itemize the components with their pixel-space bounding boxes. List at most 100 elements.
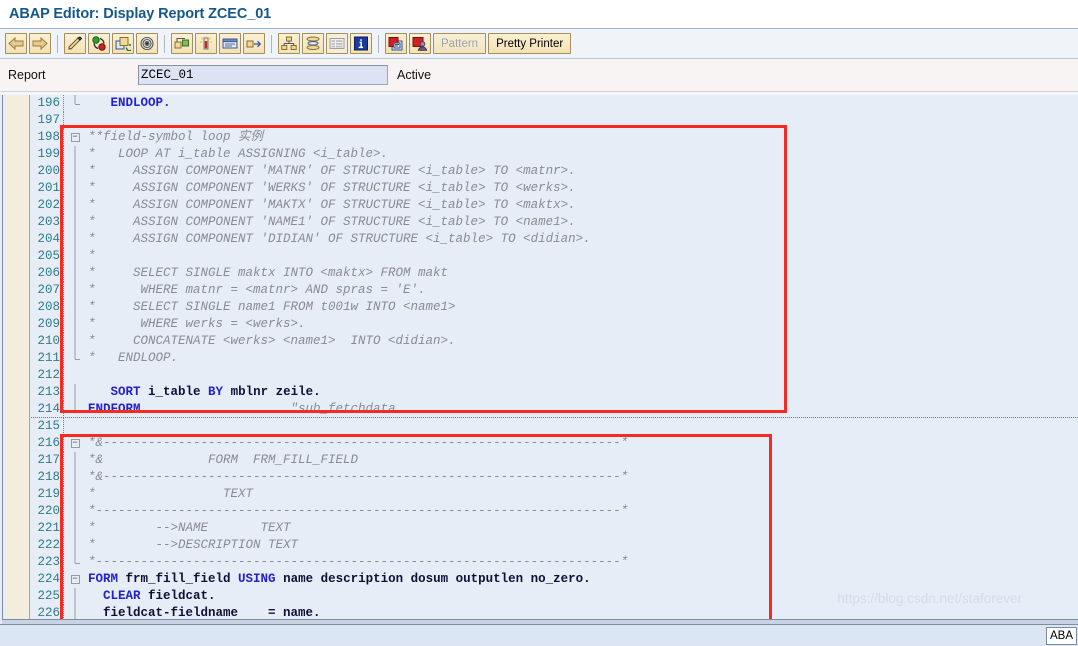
code-text[interactable]: * LOOP AT i_table ASSIGNING <i_table>. — [86, 146, 1078, 163]
code-text[interactable]: * -->NAME TEXT — [86, 520, 1078, 537]
code-line[interactable]: 221 * -->NAME TEXT — [31, 520, 1078, 537]
fold-collapse-icon[interactable]: − — [70, 133, 80, 142]
other-object-icon[interactable] — [112, 33, 134, 54]
change-editor-icon[interactable] — [64, 33, 86, 54]
code-text[interactable]: * ASSIGN COMPONENT 'MAKTX' OF STRUCTURE … — [86, 197, 1078, 214]
code-text[interactable]: * TEXT — [86, 486, 1078, 503]
code-line[interactable]: 200 * ASSIGN COMPONENT 'MATNR' OF STRUCTU… — [31, 163, 1078, 180]
code-line[interactable]: 215 — [31, 418, 1078, 435]
code-text[interactable]: * ENDLOOP. — [86, 350, 1078, 367]
code-line[interactable]: 210 * CONCATENATE <werks> <name1> INTO <d… — [31, 333, 1078, 350]
code-line[interactable]: 224− FORM frm_fill_field USING name descr… — [31, 571, 1078, 588]
fold-marker[interactable]: − — [64, 435, 86, 452]
pattern-button[interactable]: Pattern — [433, 33, 487, 54]
code-line[interactable]: 222 * -->DESCRIPTION TEXT — [31, 537, 1078, 554]
code-text[interactable]: * CONCATENATE <werks> <name1> INTO <didi… — [86, 333, 1078, 350]
code-line[interactable]: 219 * TEXT — [31, 486, 1078, 503]
code-line[interactable]: 218 *&-----------------------------------… — [31, 469, 1078, 486]
code-text[interactable]: *---------------------------------------… — [86, 503, 1078, 520]
code-line[interactable]: 212 — [31, 367, 1078, 384]
code-lines-container[interactable]: 196 ENDLOOP. 197 198− **field-symbol loop 实… — [31, 95, 1078, 624]
back-arrow-icon[interactable] — [5, 33, 27, 54]
code-text[interactable]: CLEAR fieldcat. — [86, 588, 1078, 605]
breakpoint-icon[interactable] — [195, 33, 217, 54]
code-line[interactable]: 223 *------------------------------------… — [31, 554, 1078, 571]
code-text[interactable]: * ASSIGN COMPONENT 'NAME1' OF STRUCTURE … — [86, 214, 1078, 231]
status-bar-tab[interactable]: ABA — [1045, 627, 1077, 645]
code-text[interactable]: * SELECT SINGLE name1 FROM t001w INTO <n… — [86, 299, 1078, 316]
code-line[interactable]: 225 CLEAR fieldcat. — [31, 588, 1078, 605]
fold-marker[interactable]: − — [64, 129, 86, 146]
code-text[interactable]: * -->DESCRIPTION TEXT — [86, 537, 1078, 554]
code-text[interactable]: *&--------------------------------------… — [86, 435, 1078, 452]
code-line[interactable]: 201 * ASSIGN COMPONENT 'WERKS' OF STRUCTU… — [31, 180, 1078, 197]
code-text[interactable]: ENDLOOP. — [86, 95, 1078, 112]
code-line[interactable]: 208 * SELECT SINGLE name1 FROM t001w INTO… — [31, 299, 1078, 316]
code-text[interactable]: FORM frm_fill_field USING name descripti… — [86, 571, 1078, 588]
code-text[interactable] — [86, 418, 1078, 435]
code-text[interactable]: ENDFORM. "sub_fetchdata — [31, 401, 1078, 418]
code-line[interactable]: 220 *------------------------------------… — [31, 503, 1078, 520]
forward-arrow-icon[interactable] — [29, 33, 51, 54]
user-object-icon[interactable] — [409, 33, 431, 54]
line-number: 222 — [31, 537, 64, 554]
fold-line — [74, 265, 76, 282]
check-object-icon[interactable] — [171, 33, 193, 54]
debug-screen-icon[interactable] — [219, 33, 241, 54]
info-icon[interactable] — [350, 33, 372, 54]
code-line[interactable]: 217 *& FORM FRM_FILL_FIELD — [31, 452, 1078, 469]
activate-icon[interactable] — [88, 33, 110, 54]
spiral-display-icon[interactable] — [136, 33, 158, 54]
stack-icon[interactable] — [302, 33, 324, 54]
code-text[interactable]: *& FORM FRM_FILL_FIELD — [86, 452, 1078, 469]
code-line[interactable]: 209 * WHERE werks = <werks>. — [31, 316, 1078, 333]
code-text[interactable]: *---------------------------------------… — [86, 554, 1078, 571]
code-line[interactable]: 214 ENDFORM. "sub_fetchdata — [31, 401, 1078, 418]
code-text[interactable]: * ASSIGN COMPONENT 'DIDIAN' OF STRUCTURE… — [86, 231, 1078, 248]
code-line[interactable]: 203 * ASSIGN COMPONENT 'NAME1' OF STRUCTU… — [31, 214, 1078, 231]
pretty-printer-button[interactable]: Pretty Printer — [488, 33, 572, 54]
line-number: 210 — [31, 333, 64, 350]
code-text[interactable]: * ASSIGN COMPONENT 'MATNR' OF STRUCTURE … — [86, 163, 1078, 180]
line-number: 215 — [31, 418, 64, 435]
fold-marker — [64, 367, 86, 384]
code-line[interactable]: 196 ENDLOOP. — [31, 95, 1078, 112]
code-line[interactable]: 197 — [31, 112, 1078, 129]
fold-collapse-icon[interactable]: − — [70, 575, 80, 584]
code-line[interactable]: 202 * ASSIGN COMPONENT 'MAKTX' OF STRUCTU… — [31, 197, 1078, 214]
fold-line-end — [74, 350, 76, 359]
line-number: 198 — [31, 129, 64, 146]
fold-marker — [64, 469, 86, 486]
code-line[interactable]: 206 * SELECT SINGLE maktx INTO <maktx> FR… — [31, 265, 1078, 282]
code-text[interactable]: * WHERE matnr = <matnr> AND spras = 'E'. — [86, 282, 1078, 299]
line-number: 211 — [31, 350, 64, 367]
list-icon[interactable] — [326, 33, 348, 54]
code-line[interactable]: 207 * WHERE matnr = <matnr> AND spras = '… — [31, 282, 1078, 299]
code-editor[interactable]: 196 ENDLOOP. 197 198− **field-symbol loop 实… — [0, 95, 1078, 624]
code-line[interactable]: 213 SORT i_table BY mblnr zeile. — [31, 384, 1078, 401]
code-text[interactable]: SORT i_table BY mblnr zeile. — [86, 384, 1078, 401]
code-line[interactable]: 199 * LOOP AT i_table ASSIGNING <i_table>… — [31, 146, 1078, 163]
code-text[interactable]: **field-symbol loop 实例 — [86, 129, 1078, 146]
where-used-icon[interactable] — [385, 33, 407, 54]
code-text[interactable]: * SELECT SINGLE maktx INTO <maktx> FROM … — [86, 265, 1078, 282]
code-text[interactable]: *&--------------------------------------… — [86, 469, 1078, 486]
navigate-icon[interactable] — [243, 33, 265, 54]
code-line[interactable]: 204 * ASSIGN COMPONENT 'DIDIAN' OF STRUCT… — [31, 231, 1078, 248]
code-text[interactable] — [86, 367, 1078, 384]
code-line[interactable]: 198− **field-symbol loop 实例 — [31, 129, 1078, 146]
code-line[interactable]: 211 * ENDLOOP. — [31, 350, 1078, 367]
code-text[interactable] — [86, 112, 1078, 129]
fold-line — [74, 333, 76, 350]
code-line[interactable]: 216− *&----------------------------------… — [31, 435, 1078, 452]
code-text[interactable]: * WHERE werks = <werks>. — [86, 316, 1078, 333]
code-text[interactable]: * ASSIGN COMPONENT 'WERKS' OF STRUCTURE … — [86, 180, 1078, 197]
report-name-input[interactable] — [138, 65, 388, 85]
line-number: 220 — [31, 503, 64, 520]
code-line[interactable]: 205 * — [31, 248, 1078, 265]
code-text[interactable]: * — [86, 248, 1078, 265]
fold-end-tick — [75, 358, 80, 360]
fold-marker[interactable]: − — [64, 571, 86, 588]
object-hierarchy-icon[interactable] — [278, 33, 300, 54]
fold-collapse-icon[interactable]: − — [70, 439, 80, 448]
